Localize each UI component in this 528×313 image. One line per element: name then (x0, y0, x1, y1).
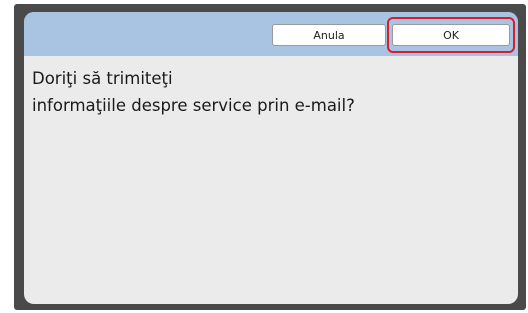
dialog-header: Anula OK (24, 12, 518, 56)
dialog-message: Doriţi să trimiteţi informaţiile despre … (32, 65, 502, 119)
message-line-2: informaţiile despre service prin e-mail? (32, 96, 355, 115)
ok-button[interactable]: OK (392, 24, 510, 46)
cancel-button[interactable]: Anula (272, 24, 386, 46)
confirmation-dialog: Anula OK Doriţi să trimiteţi informaţiil… (24, 12, 518, 304)
message-line-1: Doriţi să trimiteţi (32, 69, 173, 88)
dialog-frame: Anula OK Doriţi să trimiteţi informaţiil… (14, 4, 526, 310)
